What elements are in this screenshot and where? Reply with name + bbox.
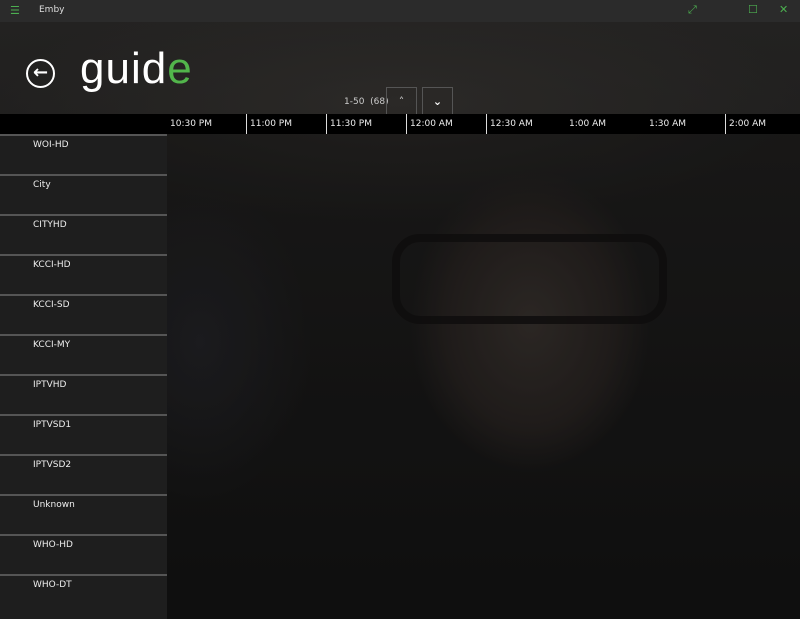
time-slot: 12:00 AM — [406, 114, 453, 134]
channel-item[interactable]: KCCI-HD — [0, 254, 167, 294]
time-slot: 1:30 AM — [649, 119, 686, 129]
time-slot: 2:00 AM — [725, 114, 766, 134]
channel-item[interactable]: IPTVSD2 — [0, 454, 167, 494]
back-arrow-icon[interactable]: ← — [26, 59, 55, 88]
page-range: 1-50 (68) — [344, 97, 389, 107]
channel-item[interactable]: City — [0, 174, 167, 214]
page-down-button[interactable]: ⌄ — [422, 87, 453, 114]
time-slot: 10:30 PM — [170, 119, 212, 129]
time-slot: 1:00 AM — [569, 119, 606, 129]
program-grid[interactable] — [167, 134, 800, 619]
title-bar: ☰ Emby ⤢ ☐ ✕ — [0, 0, 800, 22]
timeline-header: 10:30 PM 11:00 PM 11:30 PM 12:00 AM 12:3… — [0, 114, 800, 134]
window-title: Emby — [39, 5, 65, 15]
channel-item[interactable]: IPTVHD — [0, 374, 167, 414]
close-button[interactable]: ✕ — [779, 3, 788, 16]
channel-item[interactable]: CITYHD — [0, 214, 167, 254]
channel-item[interactable]: WHO-HD — [0, 534, 167, 574]
hamburger-icon[interactable]: ☰ — [10, 4, 20, 17]
channel-item[interactable]: WHO-DT — [0, 574, 167, 614]
page-title: guide — [80, 44, 193, 94]
channel-item[interactable]: IPTVSD1 — [0, 414, 167, 454]
page-up-button[interactable]: ˄ — [386, 87, 417, 114]
maximize-button[interactable]: ☐ — [748, 3, 758, 16]
channel-list: WOI-HD City CITYHD KCCI-HD KCCI-SD KCCI-… — [0, 134, 167, 619]
channel-item[interactable]: KCCI-SD — [0, 294, 167, 334]
page-title-accent: e — [167, 44, 193, 93]
expand-icon[interactable]: ⤢ — [688, 3, 697, 17]
page-title-main: guid — [80, 44, 168, 93]
range-text: 1-50 — [344, 97, 365, 107]
channel-item[interactable]: WOI-HD — [0, 134, 167, 174]
time-slot: 11:30 PM — [326, 114, 372, 134]
time-slot: 12:30 AM — [486, 114, 533, 134]
time-slot: 11:00 PM — [246, 114, 292, 134]
channel-item[interactable]: Unknown — [0, 494, 167, 534]
channel-item[interactable]: KCCI-MY — [0, 334, 167, 374]
